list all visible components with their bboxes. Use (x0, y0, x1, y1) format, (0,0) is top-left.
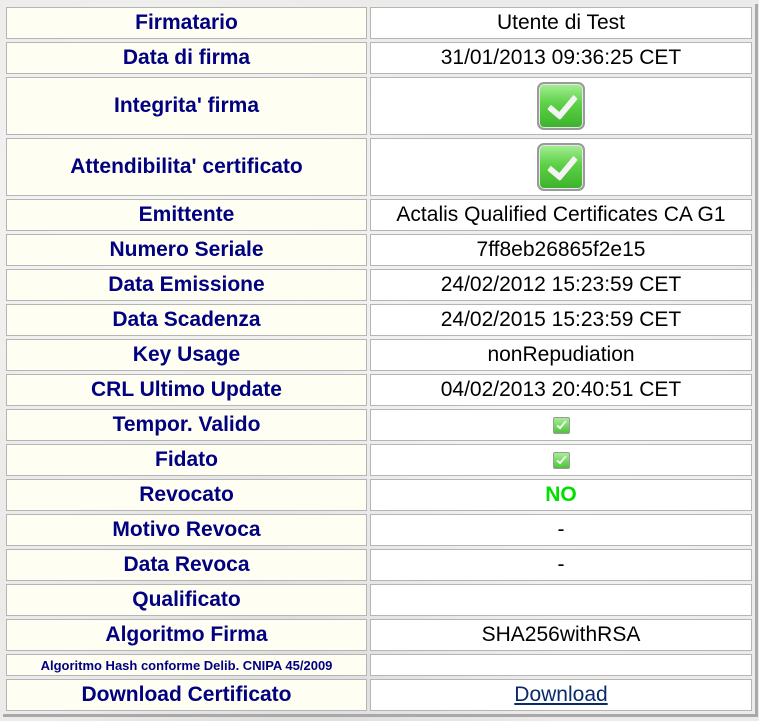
table-row-algoritmo: Algoritmo Firma SHA256withRSA (6, 619, 752, 651)
expiry-date-value: 24/02/2015 15:23:59 CET (370, 304, 752, 336)
certificate-reliability-status (370, 138, 752, 196)
table-row-scadenza: Data Scadenza 24/02/2015 15:23:59 CET (6, 304, 752, 336)
table-row-qualificato: Qualificato (6, 584, 752, 616)
table-row-hash: Algoritmo Hash conforme Delib. CNIPA 45/… (6, 654, 752, 676)
signature-algorithm-value: SHA256withRSA (370, 619, 752, 651)
table-row-seriale: Numero Seriale 7ff8eb26865f2e15 (6, 234, 752, 266)
key-usage-value: nonRepudiation (370, 339, 752, 371)
signature-details-table: Firmatario Utente di Test Data di firma … (3, 4, 755, 714)
revoked-status: NO (370, 479, 752, 511)
row-label: Key Usage (6, 339, 367, 371)
row-label: Attendibilita' certificato (6, 138, 367, 196)
check-icon (537, 143, 585, 191)
serial-number-value: 7ff8eb26865f2e15 (370, 234, 752, 266)
row-label: Data Revoca (6, 549, 367, 581)
issuer-value: Actalis Qualified Certificates CA G1 (370, 199, 752, 231)
check-icon (552, 451, 570, 469)
table-row-attendibilita: Attendibilita' certificato (6, 138, 752, 196)
issue-date-value: 24/02/2012 15:23:59 CET (370, 269, 752, 301)
row-label: Data di firma (6, 42, 367, 74)
table-row-download: Download Certificato Download (6, 679, 752, 711)
integrity-status (370, 77, 752, 135)
table-row-data-revoca: Data Revoca - (6, 549, 752, 581)
table-row-data-firma: Data di firma 31/01/2013 09:36:25 CET (6, 42, 752, 74)
row-label: Tempor. Valido (6, 409, 367, 441)
hash-compliance-value (370, 654, 752, 676)
download-cell: Download (370, 679, 752, 711)
signature-date-value: 31/01/2013 09:36:25 CET (370, 42, 752, 74)
row-label: Data Emissione (6, 269, 367, 301)
row-label: Integrita' firma (6, 77, 367, 135)
table-row-emittente: Emittente Actalis Qualified Certificates… (6, 199, 752, 231)
table-row-integrita: Integrita' firma (6, 77, 752, 135)
row-label: Algoritmo Firma (6, 619, 367, 651)
signature-details-panel: Firmatario Utente di Test Data di firma … (3, 4, 758, 717)
row-label: Data Scadenza (6, 304, 367, 336)
qualified-value (370, 584, 752, 616)
row-label: Algoritmo Hash conforme Delib. CNIPA 45/… (6, 654, 367, 676)
table-row-crl: CRL Ultimo Update 04/02/2013 20:40:51 CE… (6, 374, 752, 406)
row-label: Qualificato (6, 584, 367, 616)
table-row-firmatario: Firmatario Utente di Test (6, 7, 752, 39)
revocation-date-value: - (370, 549, 752, 581)
table-row-revocato: Revocato NO (6, 479, 752, 511)
check-icon (552, 416, 570, 434)
trusted-status (370, 444, 752, 476)
table-row-key-usage: Key Usage nonRepudiation (6, 339, 752, 371)
table-row-motivo-revoca: Motivo Revoca - (6, 514, 752, 546)
download-certificate-link[interactable]: Download (514, 683, 607, 706)
row-label: Emittente (6, 199, 367, 231)
crl-update-value: 04/02/2013 20:40:51 CET (370, 374, 752, 406)
row-label: Motivo Revoca (6, 514, 367, 546)
table-row-temporale: Tempor. Valido (6, 409, 752, 441)
row-label: Firmatario (6, 7, 367, 39)
table-row-fidato: Fidato (6, 444, 752, 476)
check-icon (537, 82, 585, 130)
revoked-value: NO (545, 483, 577, 506)
time-valid-status (370, 409, 752, 441)
signer-value: Utente di Test (370, 7, 752, 39)
row-label: Numero Seriale (6, 234, 367, 266)
row-label: Download Certificato (6, 679, 367, 711)
row-label: CRL Ultimo Update (6, 374, 367, 406)
table-row-emissione: Data Emissione 24/02/2012 15:23:59 CET (6, 269, 752, 301)
row-label: Fidato (6, 444, 367, 476)
row-label: Revocato (6, 479, 367, 511)
revocation-reason-value: - (370, 514, 752, 546)
